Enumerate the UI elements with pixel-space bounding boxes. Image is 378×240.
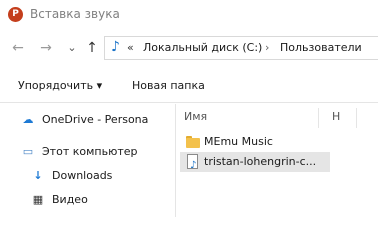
nav-item-this-pc[interactable]: ▭ Этот компьютер bbox=[20, 142, 138, 162]
file-name: tristan-lohengrin-c... bbox=[204, 155, 317, 168]
nav-item-onedrive[interactable]: ☁ OneDrive - Persona bbox=[20, 110, 149, 130]
computer-icon: ▭ bbox=[22, 145, 34, 158]
back-button[interactable]: ← bbox=[8, 38, 28, 58]
download-icon: ↓ bbox=[33, 169, 43, 182]
nav-item-label: OneDrive - Persona bbox=[42, 113, 149, 126]
breadcrumb-users[interactable]: Пользователи bbox=[280, 41, 362, 54]
column-header-number[interactable]: Н bbox=[332, 110, 340, 123]
audio-file-icon: ♪ bbox=[186, 152, 200, 172]
forward-button[interactable]: → bbox=[36, 38, 56, 58]
cloud-icon: ☁ bbox=[22, 113, 34, 126]
file-name: MEmu Music bbox=[204, 135, 273, 148]
video-icon: ▦ bbox=[32, 193, 44, 206]
nav-item-label: Этот компьютер bbox=[42, 145, 138, 158]
music-note-icon: ♪ bbox=[111, 39, 120, 55]
nav-item-label: Downloads bbox=[52, 169, 113, 182]
nav-item-downloads[interactable]: ↓ Downloads bbox=[30, 166, 112, 186]
address-bar[interactable]: ♪ « Локальный диск (C:) › Пользователи bbox=[104, 36, 378, 60]
column-header-name[interactable]: Имя bbox=[184, 110, 207, 123]
title-bar: P Вставка звука bbox=[0, 0, 378, 30]
new-folder-button[interactable]: Новая папка bbox=[132, 79, 205, 92]
powerpoint-icon: P bbox=[8, 7, 23, 22]
list-item[interactable]: MEmu Music bbox=[176, 132, 378, 152]
breadcrumb-overflow[interactable]: « bbox=[127, 41, 134, 54]
navigation-pane: ☁ OneDrive - Persona ▭ Этот компьютер ↓ Dow… bbox=[0, 104, 175, 217]
nav-item-label: Видео bbox=[52, 193, 88, 206]
breadcrumb-local-disk[interactable]: Локальный диск (C:) bbox=[143, 41, 262, 54]
organize-button[interactable]: Упорядочить ▾ bbox=[18, 79, 102, 92]
column-headers: Имя Н bbox=[176, 104, 378, 130]
column-divider[interactable] bbox=[318, 108, 319, 128]
folder-icon bbox=[186, 132, 200, 152]
recent-locations-button[interactable]: ⌄ bbox=[62, 38, 82, 58]
command-toolbar: Упорядочить ▾ Новая папка bbox=[0, 70, 378, 103]
breadcrumb-separator: › bbox=[265, 41, 270, 54]
up-button[interactable]: ↑ bbox=[82, 38, 102, 58]
window-title: Вставка звука bbox=[30, 7, 120, 21]
list-item[interactable]: ♪ tristan-lohengrin-c... bbox=[180, 152, 330, 172]
nav-item-video[interactable]: ▦ Видео bbox=[30, 190, 88, 210]
column-divider[interactable] bbox=[356, 108, 357, 128]
